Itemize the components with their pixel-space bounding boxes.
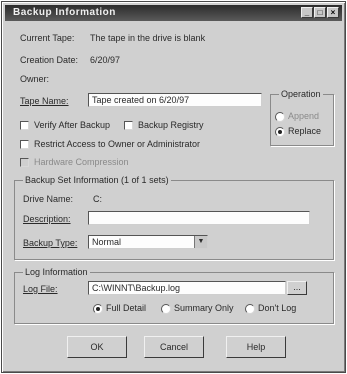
drive-name-label: Drive Name:	[23, 194, 74, 204]
chevron-down-icon[interactable]: ▼	[194, 236, 207, 248]
hardware-compression-label: Hardware Compression	[34, 157, 129, 167]
operation-group-title: Operation	[279, 89, 323, 99]
cancel-button[interactable]: Cancel	[144, 336, 204, 358]
replace-radio[interactable]	[275, 127, 285, 137]
description-label: Description:	[23, 214, 71, 224]
maximize-icon[interactable]: □	[314, 7, 326, 18]
log-information-group: Log Information Log File: C:\WINNT\Backu…	[14, 267, 334, 324]
tape-name-label: Tape Name:	[20, 96, 69, 106]
window-title: Backup Information	[13, 7, 116, 18]
dont-log-label: Don't Log	[258, 303, 297, 313]
summary-only-radio[interactable]	[161, 304, 171, 314]
append-label: Append	[288, 111, 320, 121]
backup-type-value: Normal	[92, 237, 122, 247]
log-file-label: Log File:	[23, 284, 58, 294]
restrict-access-checkbox[interactable]	[20, 140, 29, 149]
verify-label: Verify After Backup	[34, 120, 111, 130]
verify-checkbox[interactable]	[20, 121, 29, 130]
current-tape-value: The tape in the drive is blank	[90, 33, 206, 43]
backup-information-dialog: Backup Information _ □ × Current Tape: T…	[1, 1, 346, 373]
drive-name-value: C:	[93, 194, 102, 204]
creation-date-label: Creation Date:	[20, 55, 79, 65]
description-field[interactable]	[88, 211, 310, 225]
append-radio	[275, 112, 285, 122]
owner-label: Owner:	[20, 74, 50, 84]
browse-button[interactable]: ...	[287, 281, 307, 295]
log-information-group-title: Log Information	[23, 267, 90, 277]
backup-set-group: Backup Set Information (1 of 1 sets) Dri…	[14, 175, 334, 260]
tape-name-field[interactable]: Tape created on 6/20/97	[88, 93, 262, 107]
minimize-icon[interactable]: _	[301, 7, 313, 18]
restrict-access-label: Restrict Access to Owner or Administrato…	[34, 139, 201, 149]
title-bar: Backup Information _ □ ×	[5, 5, 342, 21]
full-detail-label: Full Detail	[106, 303, 147, 313]
full-detail-radio[interactable]	[93, 304, 103, 314]
backup-type-select[interactable]: Normal ▼	[88, 235, 208, 249]
hardware-compression-checkbox	[20, 158, 29, 167]
replace-label: Replace	[288, 126, 322, 136]
summary-only-label: Summary Only	[174, 303, 234, 313]
backup-type-label: Backup Type:	[23, 238, 78, 248]
backup-registry-checkbox[interactable]	[124, 121, 133, 130]
close-icon[interactable]: ×	[327, 7, 339, 18]
backup-registry-label: Backup Registry	[138, 120, 204, 130]
dont-log-radio[interactable]	[245, 304, 255, 314]
help-button[interactable]: Help	[226, 336, 286, 358]
current-tape-label: Current Tape:	[20, 33, 75, 43]
operation-group: Operation Append Replace	[270, 89, 334, 146]
backup-set-group-title: Backup Set Information (1 of 1 sets)	[23, 175, 171, 185]
ok-button[interactable]: OK	[67, 336, 127, 358]
log-file-field[interactable]: C:\WINNT\Backup.log	[88, 281, 286, 295]
creation-date-value: 6/20/97	[90, 55, 121, 65]
